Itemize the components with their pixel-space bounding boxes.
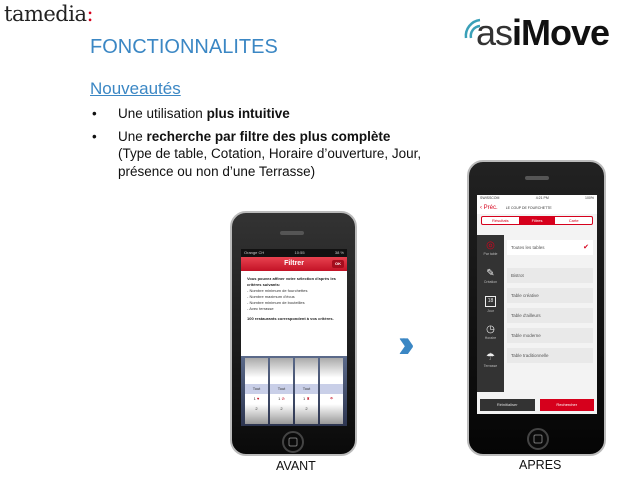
phone-after: SWISSCOM 4:21 PM 100% ‹ Préc. LE COUP DE FO… bbox=[467, 160, 606, 456]
filter-options: Toutes les tables ✔ Bistrot Table créativ… bbox=[507, 240, 593, 368]
feature-list: Une utilisation plus intuitive Une reche… bbox=[92, 105, 462, 185]
filter-header: Filtrer OK bbox=[241, 257, 347, 271]
sidebar-item-terrasse[interactable]: ☂ Terrasse bbox=[477, 347, 504, 375]
list-item[interactable]: Table créative bbox=[507, 288, 593, 303]
tab-carte[interactable]: Carte bbox=[555, 217, 592, 224]
sidebar-item-jour[interactable]: 18 Jour bbox=[477, 291, 504, 319]
home-button bbox=[527, 428, 549, 450]
arrow-chevrons-icon: ›› bbox=[398, 322, 414, 366]
list-item[interactable]: Bistrot bbox=[507, 268, 593, 283]
speaker bbox=[525, 176, 549, 180]
nav-bar: ‹ Préc. LE COUP DE FOURCHETTE bbox=[477, 202, 597, 214]
caption-before: AVANT bbox=[276, 459, 316, 473]
filter-description: Vous pouvez affiner votre sélection d'ap… bbox=[247, 276, 336, 321]
tab-resultats[interactable]: Résultats bbox=[482, 217, 519, 224]
ok-button[interactable]: OK bbox=[332, 260, 344, 268]
list-item[interactable]: Table traditionnelle bbox=[507, 348, 593, 363]
umbrella-icon: ☂ bbox=[329, 396, 334, 401]
home-button bbox=[282, 431, 304, 453]
segmented-tabs: Résultats Filtres Carte bbox=[481, 216, 593, 225]
checkmark-icon: ✔ bbox=[583, 244, 589, 251]
list-item: Une recherche par filtre des plus complè… bbox=[92, 128, 462, 181]
picker-column[interactable]: Tout 1 ♜ 2 bbox=[295, 358, 318, 424]
sidebar-item-horaire[interactable]: ◷ Horaire bbox=[477, 319, 504, 347]
caption-after: APRES bbox=[519, 458, 562, 472]
umbrella-icon: ☂ bbox=[486, 352, 495, 363]
phone-before: Orange CH 10:55 38 % Filtrer OK Vous pouvez… bbox=[230, 211, 357, 456]
tamedia-logo: tamedia: bbox=[4, 2, 94, 26]
slide-title: FONCTIONNALITES bbox=[90, 36, 278, 58]
back-button[interactable]: ‹ Préc. bbox=[480, 205, 498, 211]
calendar-icon: 18 bbox=[485, 296, 496, 307]
status-bar: Orange CH 10:55 38 % bbox=[241, 249, 347, 257]
filter-sidebar: ◎ Par table ✎ Création 18 Jour ◷ Horaire ☂ Te… bbox=[477, 235, 504, 392]
sidebar-item-creation[interactable]: ✎ Création bbox=[477, 263, 504, 291]
pen-icon: ✎ bbox=[486, 268, 495, 279]
table-icon: ◎ bbox=[486, 240, 495, 251]
picker-column[interactable]: Tout 1 ⊘ 2 bbox=[270, 358, 293, 424]
list-item[interactable]: Table d'ailleurs bbox=[507, 308, 593, 323]
picker-wheels[interactable]: Tout 1 ♥ 2 Tout 1 ⊘ 2 Tout 1 ♜ 2 ☂ bbox=[241, 356, 347, 426]
asimove-logo: asiMove bbox=[462, 12, 627, 54]
picker-column[interactable]: ☂ bbox=[320, 358, 343, 424]
reset-button[interactable]: Réinitialiser bbox=[480, 399, 535, 411]
status-bar: SWISSCOM 4:21 PM 100% bbox=[477, 195, 597, 202]
picker-column[interactable]: Tout 1 ♥ 2 bbox=[245, 358, 268, 424]
list-item: Une utilisation plus intuitive bbox=[92, 105, 462, 123]
before-screen: Orange CH 10:55 38 % Filtrer OK Vous pouvez… bbox=[241, 249, 347, 426]
tab-filtres[interactable]: Filtres bbox=[518, 217, 556, 224]
search-button[interactable]: Rechercher bbox=[539, 399, 594, 411]
speaker bbox=[280, 231, 304, 235]
clock-icon: ◷ bbox=[486, 324, 495, 335]
section-heading: Nouveautés bbox=[90, 79, 181, 98]
action-buttons: Réinitialiser Rechercher bbox=[480, 399, 594, 411]
option-toutes-les-tables[interactable]: Toutes les tables ✔ bbox=[507, 240, 593, 255]
sidebar-item-par-table[interactable]: ◎ Par table bbox=[477, 235, 504, 263]
list-item[interactable]: Table moderne bbox=[507, 328, 593, 343]
after-screen: SWISSCOM 4:21 PM 100% ‹ Préc. LE COUP DE FO… bbox=[477, 195, 597, 414]
